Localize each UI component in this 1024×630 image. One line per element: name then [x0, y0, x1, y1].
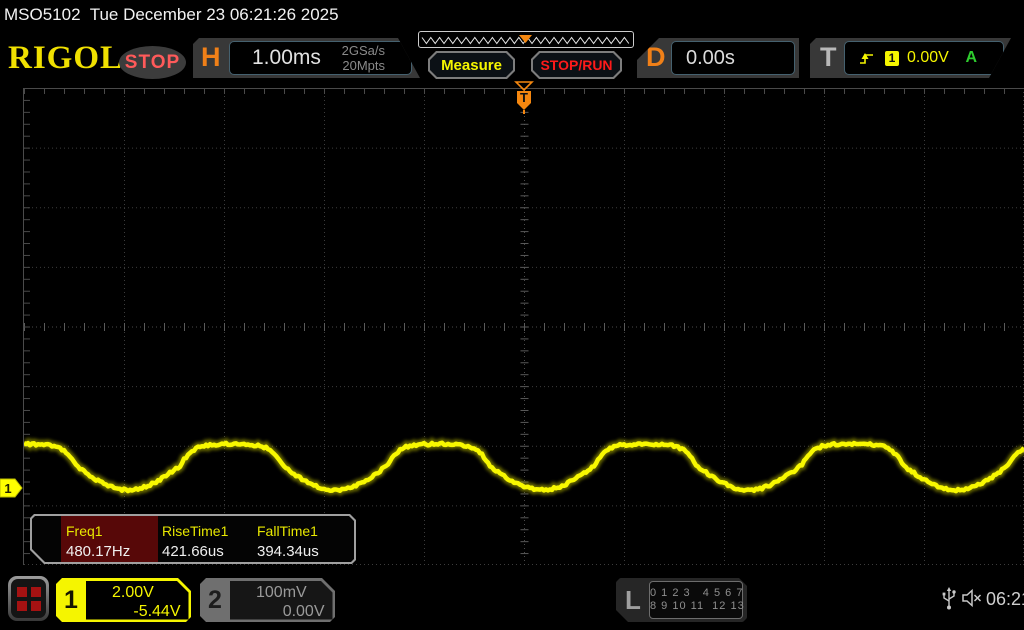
- channel1-number: 1: [64, 585, 78, 614]
- channel2-number: 2: [208, 585, 222, 614]
- trigger-position-marker: T: [517, 90, 531, 114]
- channel2-settings: 100mV 0.00V: [230, 581, 333, 620]
- measurement-label: RiseTime1: [162, 523, 229, 539]
- clock: 06:21: [986, 589, 1024, 609]
- channel2-scale: 100mV: [256, 583, 307, 601]
- measurement-value: 480.17Hz: [66, 543, 131, 560]
- channel1-scale: 2.00V: [112, 583, 154, 601]
- channel1-settings: 2.00V -5.44V: [86, 581, 189, 620]
- channel1-block[interactable]: 2.00V -5.44V 1: [56, 578, 191, 622]
- svg-text:1: 1: [4, 481, 11, 496]
- quick-menu-button[interactable]: [8, 576, 49, 621]
- digital-channels-row2: 8 9 10 11 12 13 14 15: [650, 600, 782, 612]
- measurement-label: FallTime1: [257, 523, 318, 539]
- svg-text:T: T: [520, 90, 528, 105]
- measurement-label: Freq1: [66, 523, 103, 539]
- digital-channels-box: 0 1 2 3 4 5 6 7 8 9 10 11 12 13 14 15: [649, 581, 743, 619]
- logic-analyzer-label: L: [625, 585, 641, 615]
- channel2-offset: 0.00V: [282, 602, 325, 620]
- measurement-value: 421.66us: [162, 543, 224, 560]
- grid-menu-icon: [11, 579, 46, 618]
- measurement-panel-face: Freq1 480.17Hz RiseTime1 421.66us FallTi…: [32, 516, 354, 562]
- channel1-offset: -5.44V: [133, 602, 181, 620]
- usb-icon: [942, 587, 956, 610]
- oscilloscope-screen: MSO5102 Tue December 23 06:21:26 2025 RI…: [0, 0, 1024, 630]
- channel2-block[interactable]: 100mV 0.00V 2: [200, 578, 335, 622]
- speaker-muted-icon[interactable]: [960, 587, 984, 609]
- digital-channels-row1: 0 1 2 3 4 5 6 7: [650, 587, 744, 599]
- channel1-ground-marker: 1: [0, 478, 23, 498]
- measurement-value: 394.34us: [257, 543, 319, 560]
- measurement-panel[interactable]: Freq1 480.17Hz RiseTime1 421.66us FallTi…: [30, 514, 356, 564]
- logic-analyzer-block[interactable]: L 0 1 2 3 4 5 6 7 8 9 10 11 12 13 14 15: [616, 578, 747, 622]
